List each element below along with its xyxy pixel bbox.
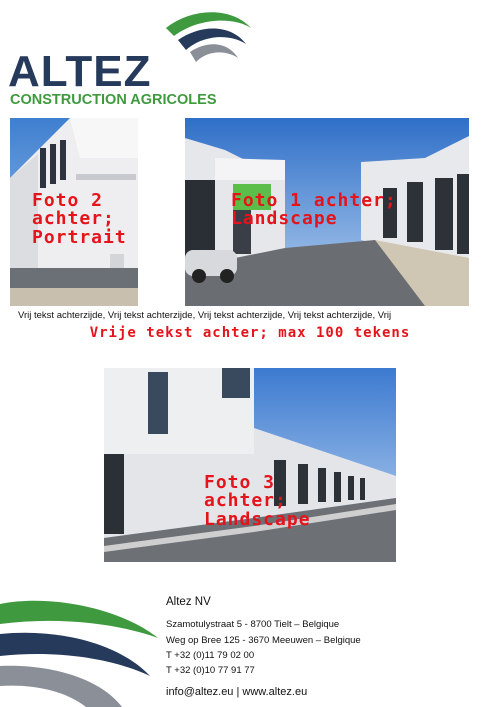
photo-2-portrait: Foto 2 achter; Portrait	[10, 118, 138, 306]
photo-1-landscape: Foto 1 achter; Landscape	[185, 118, 469, 306]
phone-2: T +32 (0)10 77 91 77	[166, 665, 255, 676]
photo-3-landscape: Foto 3 achter; Landscape	[104, 368, 396, 562]
warehouse-photo-image	[104, 368, 396, 562]
free-text-body: Vrij tekst achterzijde, Vrij tekst achte…	[18, 310, 392, 321]
logo-subtitle: CONSTRUCTION AGRICOLES	[10, 92, 217, 108]
company-name: Altez NV	[166, 596, 211, 608]
logo-swoosh-icon	[166, 12, 251, 62]
address-meeuwen: Weg op Bree 125 - 3670 Meeuwen – Belgiqu…	[166, 635, 361, 646]
logo-wordmark: ALTEZ	[8, 47, 152, 96]
free-text-title: Vrije tekst achter; max 100 tekens	[89, 325, 411, 341]
photo-1-label: Foto 1 achter; Landscape	[231, 190, 397, 230]
footer-swoosh-icon	[0, 600, 158, 707]
address-tielt: Szamotulystraat 5 - 8700 Tielt – Belgiqu…	[166, 619, 340, 630]
photo-3-label: Foto 3 achter; Landscape	[204, 472, 311, 530]
photo-2-label: Foto 2 achter; Portrait	[32, 190, 127, 248]
contact-web[interactable]: info@altez.eu | www.altez.eu	[166, 686, 307, 698]
altez-logo: ALTEZ CONSTRUCTION AGRICOLES	[8, 6, 251, 108]
phone-1: T +32 (0)11 79 02 00	[166, 650, 255, 661]
